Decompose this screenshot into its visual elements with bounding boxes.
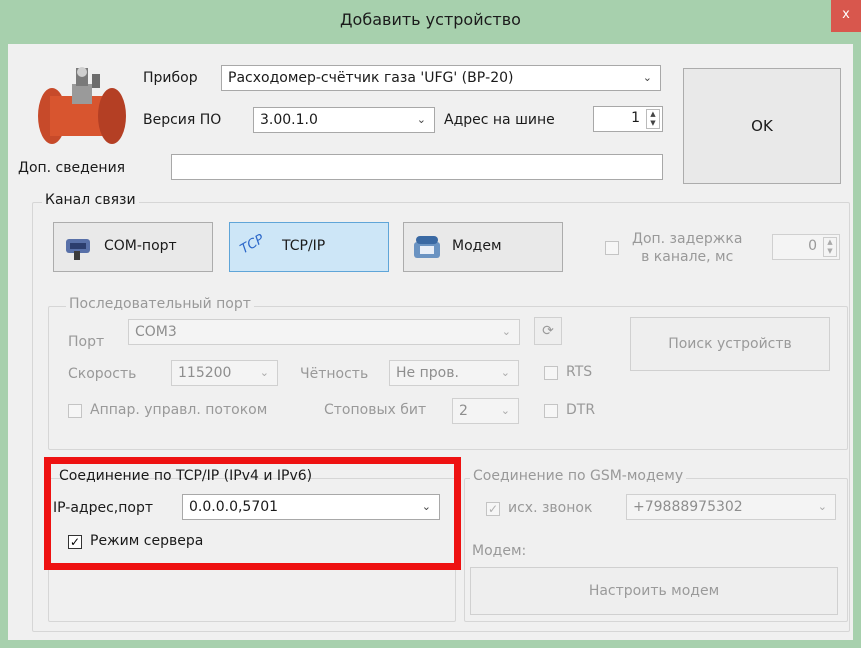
bus-address-spinner[interactable]: 1 ▲ ▼ [593,106,663,132]
speed-value: 115200 [178,365,232,381]
delay-checkbox[interactable] [605,241,619,255]
speed-label: Скорость [68,366,137,382]
parity-combobox[interactable]: Не пров. ⌄ [389,360,519,386]
outgoing-call-checkbox[interactable]: ✓ [486,502,500,516]
rts-checkbox[interactable] [544,366,558,380]
port-label: Порт [68,334,105,350]
chevron-down-icon: ⌄ [500,366,510,379]
highlight-frame [44,457,461,570]
phone-value: +79888975302 [633,499,743,515]
bus-address-value: 1 [631,110,640,126]
gsm-group-title: Соединение по GSM-модему [470,468,687,484]
close-icon: x [842,7,850,22]
close-button[interactable]: x [831,0,861,32]
extra-info-input[interactable] [171,154,663,180]
firmware-label: Версия ПО [143,112,222,128]
flow-control-label: Аппар. управл. потоком [90,402,268,418]
serial-port-icon [66,239,90,260]
device-combobox[interactable]: Расходомер-счётчик газа 'UFG' (ВР-20) ⌄ [221,65,661,91]
delay-spinner[interactable]: 0 ▲ ▼ [772,234,840,260]
stop-bits-combobox[interactable]: 2 ⌄ [452,398,519,424]
modem-button[interactable]: Модем [403,222,563,272]
setup-modem-button[interactable]: Настроить модем [470,567,838,615]
extra-info-label: Доп. сведения [18,160,126,176]
delay-label: Доп. задержка в канале, мс [632,230,742,266]
parity-value: Не пров. [396,365,459,381]
chevron-down-icon: ⌄ [416,113,426,126]
tcp-ip-button[interactable]: TCP TCP/IP [229,222,389,272]
stop-bits-label: Стоповых бит [324,402,427,418]
port-combobox[interactable]: COM3 ⌄ [128,319,520,345]
stop-bits-value: 2 [459,403,468,419]
rts-label: RTS [566,364,593,380]
up-down-icon[interactable]: ▲ ▼ [646,109,660,129]
device-value: Расходомер-счётчик газа 'UFG' (ВР-20) [228,70,514,86]
flow-control-checkbox[interactable] [68,404,82,418]
phone-combobox[interactable]: +79888975302 ⌄ [626,494,836,520]
modem-label: Модем [452,238,502,254]
parity-label: Чётность [300,366,369,382]
serial-port-group-title: Последовательный порт [66,296,254,312]
search-devices-button[interactable]: Поиск устройств [630,317,830,371]
dtr-label: DTR [566,402,596,418]
chevron-down-icon: ⌄ [817,500,827,513]
refresh-icon: ⟳ [542,323,554,339]
title-bar[interactable]: Добавить устройство x [8,0,861,44]
chevron-down-icon: ⌄ [642,71,652,84]
up-down-icon[interactable]: ▲ ▼ [823,237,837,257]
bus-address-label: Адрес на шине [444,112,555,128]
tcp-icon: TCP [237,231,267,258]
com-port-label: COM-порт [104,238,177,254]
refresh-button[interactable]: ⟳ [534,317,562,345]
chevron-down-icon: ⌄ [500,404,510,417]
tcp-ip-label: TCP/IP [282,238,326,254]
chevron-down-icon: ⌄ [259,366,269,379]
channel-group-title: Канал связи [42,192,139,208]
firmware-combobox[interactable]: 3.00.1.0 ⌄ [253,107,435,133]
firmware-value: 3.00.1.0 [260,112,318,128]
delay-label-line2: в канале, мс [641,249,734,265]
add-device-dialog: Добавить устройство x Прибор Расходомер-… [0,0,861,648]
chevron-down-icon: ⌄ [501,325,511,338]
speed-combobox[interactable]: 115200 ⌄ [171,360,278,386]
phone-icon [414,236,440,258]
gas-flowmeter-image [38,67,126,144]
delay-label-line1: Доп. задержка [632,231,743,247]
ok-button[interactable]: OK [683,68,841,184]
delay-value: 0 [808,238,817,254]
device-label: Прибор [143,70,198,86]
com-port-button[interactable]: COM-порт [53,222,213,272]
modem-caption: Модем: [472,543,527,559]
port-value: COM3 [135,324,177,340]
outgoing-call-label: исх. звонок [508,500,593,516]
window-title: Добавить устройство [340,10,521,29]
dtr-checkbox[interactable] [544,404,558,418]
